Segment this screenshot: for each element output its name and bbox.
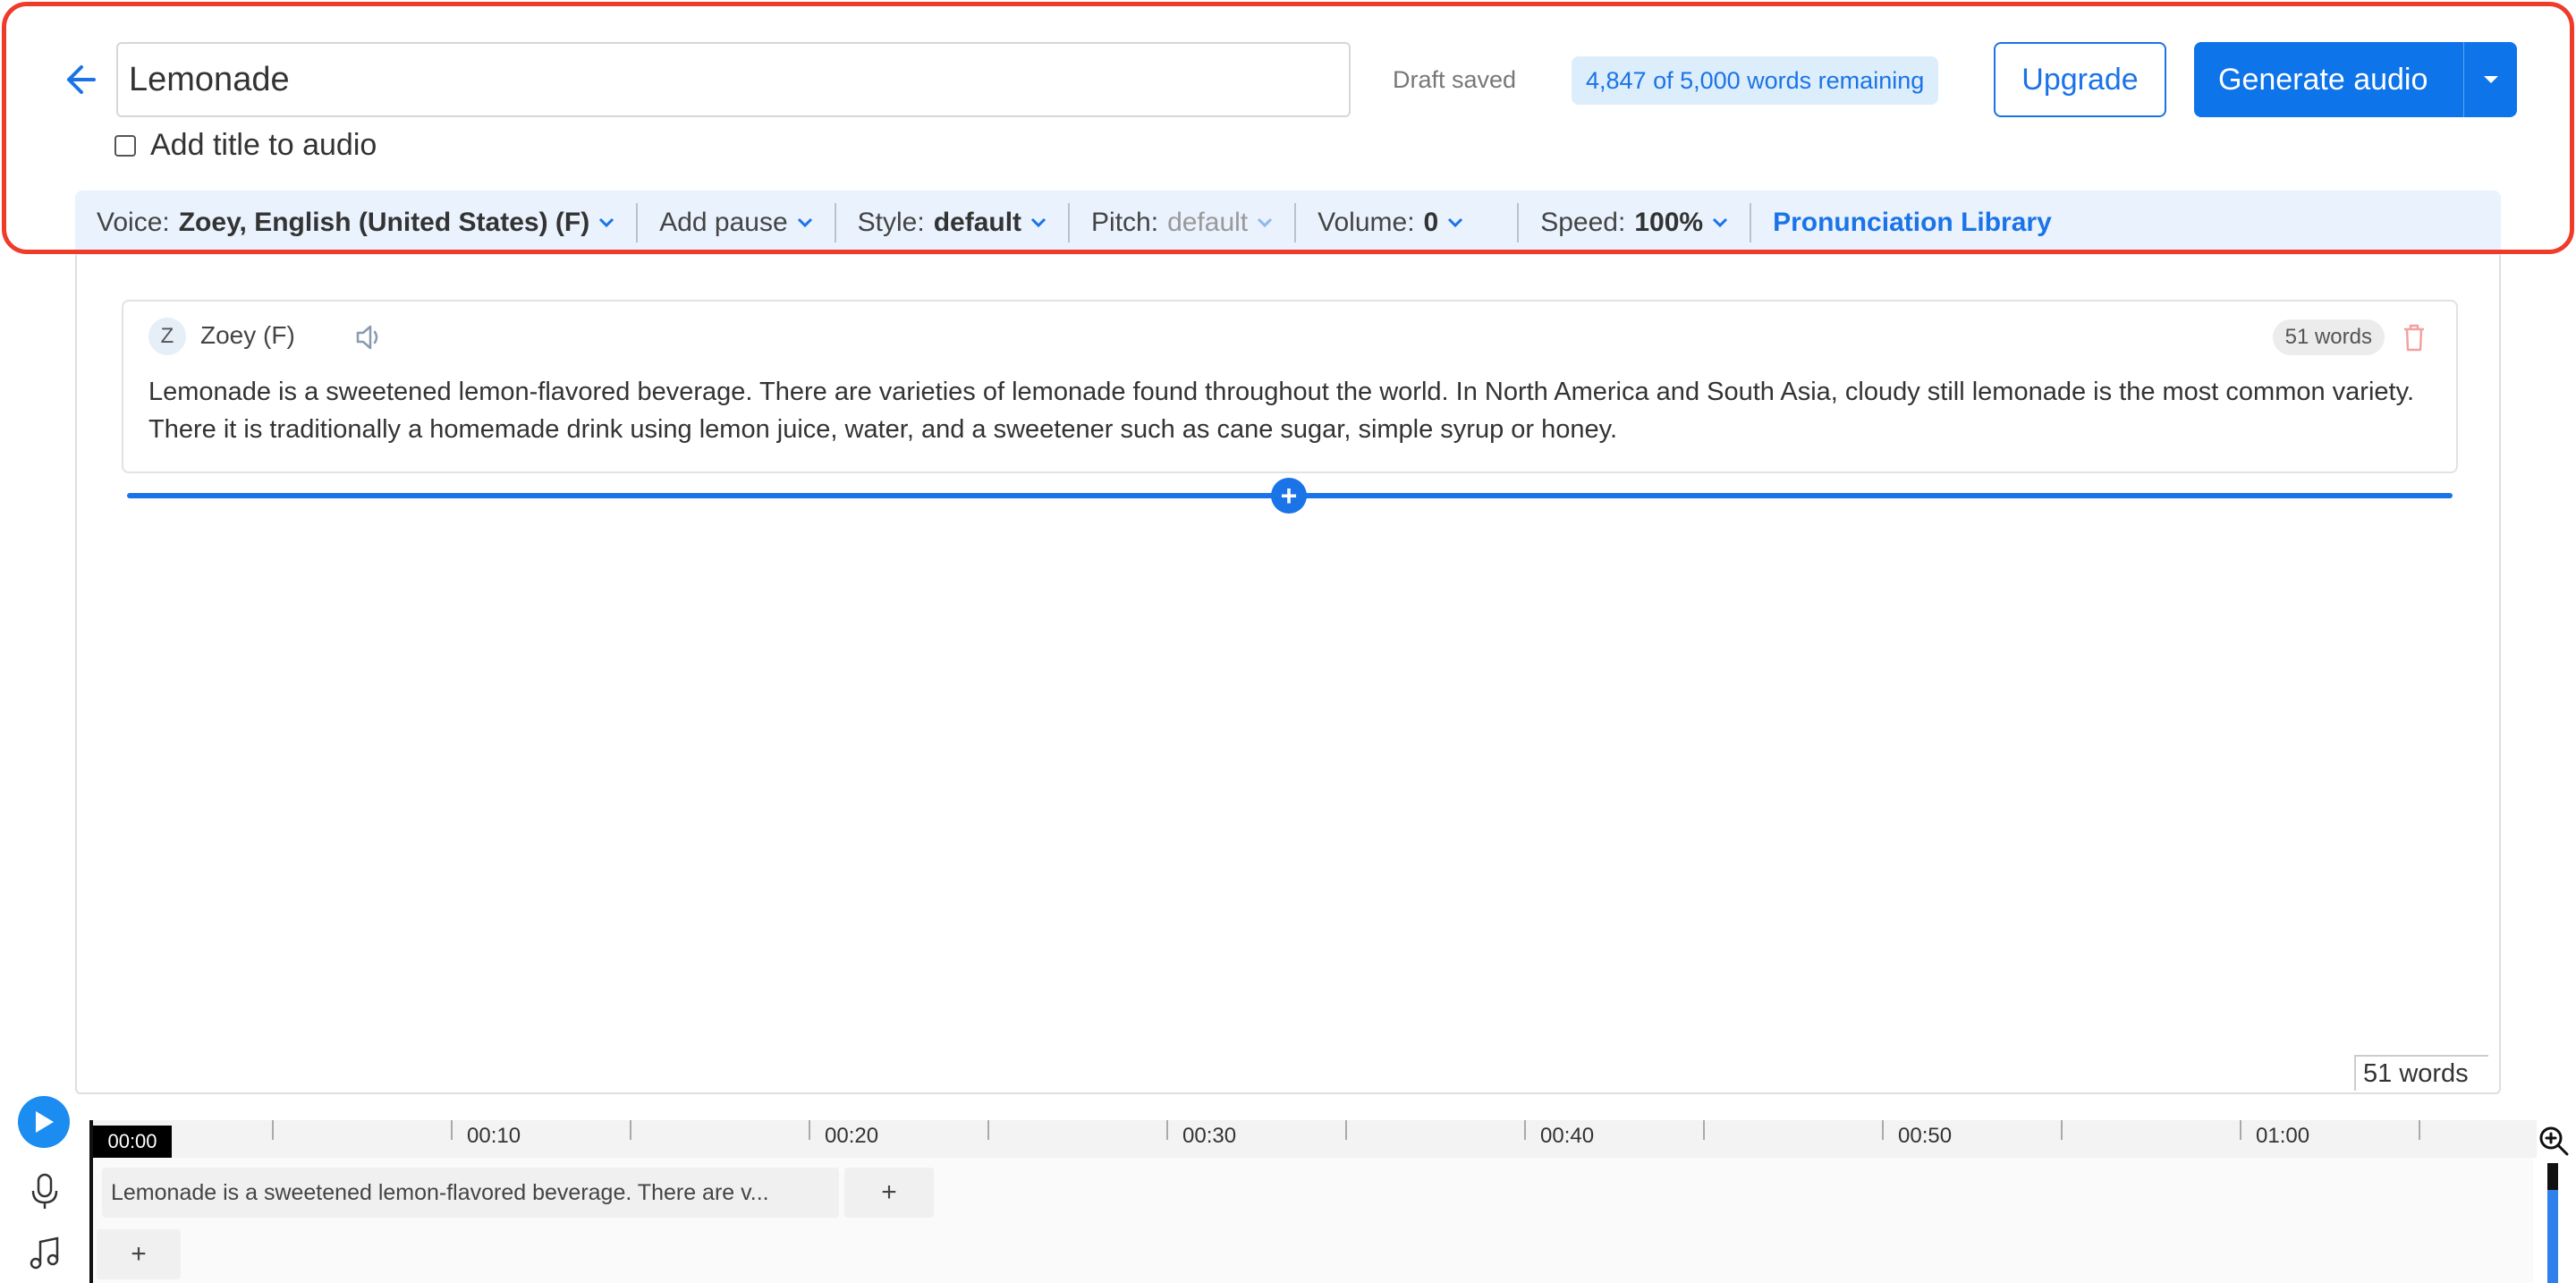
tick bbox=[987, 1120, 989, 1140]
music-note-icon[interactable] bbox=[27, 1235, 63, 1274]
tick bbox=[1345, 1120, 1347, 1140]
tick bbox=[2061, 1120, 2063, 1140]
block-word-count: 51 words bbox=[2272, 319, 2385, 355]
time-label: 00:10 bbox=[467, 1124, 521, 1148]
add-track-button[interactable]: + bbox=[97, 1229, 181, 1279]
style-value: default bbox=[933, 208, 1022, 237]
tick bbox=[451, 1120, 453, 1140]
title-input[interactable] bbox=[116, 42, 1351, 117]
pitch-label: Pitch: bbox=[1091, 208, 1159, 237]
voice-value: Zoey, English (United States) (F) bbox=[178, 208, 590, 237]
time-label: 00:20 bbox=[825, 1124, 879, 1148]
time-label: 00:40 bbox=[1540, 1124, 1595, 1148]
pitch-value: default bbox=[1167, 208, 1249, 237]
microphone-icon[interactable] bbox=[27, 1172, 63, 1211]
time-label: 01:00 bbox=[2256, 1124, 2310, 1148]
add-title-checkbox[interactable] bbox=[114, 134, 136, 157]
style-label: Style: bbox=[857, 208, 925, 237]
chevron-down-icon bbox=[1713, 217, 1728, 228]
trash-icon[interactable] bbox=[2399, 321, 2429, 353]
tick bbox=[1524, 1120, 1526, 1140]
add-title-checkbox-row[interactable]: Add title to audio bbox=[114, 128, 377, 163]
audio-clip[interactable]: Lemonade is a sweetened lemon-flavored b… bbox=[102, 1168, 839, 1218]
voice-toolbar: Voice: Zoey, English (United States) (F)… bbox=[75, 191, 2501, 255]
chevron-down-icon bbox=[599, 217, 614, 228]
back-arrow-icon[interactable] bbox=[59, 59, 100, 100]
tick bbox=[809, 1120, 810, 1140]
generate-audio-button[interactable]: Generate audio bbox=[2194, 42, 2517, 117]
chevron-down-icon bbox=[1448, 217, 1463, 228]
time-label: 00:30 bbox=[1182, 1124, 1237, 1148]
timeline-scrollbar[interactable] bbox=[2547, 1163, 2558, 1283]
generate-options-dropdown[interactable] bbox=[2463, 42, 2517, 117]
total-word-count: 51 words bbox=[2354, 1055, 2488, 1091]
time-label: 00:50 bbox=[1898, 1124, 1953, 1148]
upgrade-button[interactable]: Upgrade bbox=[1994, 42, 2166, 117]
speed-selector[interactable]: Speed: 100% bbox=[1519, 203, 1752, 242]
tick bbox=[1166, 1120, 1168, 1140]
pronunciation-library-link[interactable]: Pronunciation Library bbox=[1751, 203, 2073, 242]
tick bbox=[1703, 1120, 1705, 1140]
editor-area: Z Zoey (F) 51 words Lemonade is a sweete… bbox=[75, 255, 2501, 1094]
zoom-in-icon[interactable] bbox=[2537, 1124, 2571, 1158]
caret-down-icon bbox=[2483, 76, 2498, 83]
add-pause-label: Add pause bbox=[659, 208, 788, 237]
add-pause-selector[interactable]: Add pause bbox=[638, 203, 836, 242]
tick bbox=[630, 1120, 631, 1140]
chevron-down-icon bbox=[1258, 217, 1273, 228]
block-voice-name[interactable]: Zoey (F) bbox=[200, 321, 295, 350]
chevron-down-icon bbox=[797, 217, 812, 228]
avatar: Z bbox=[148, 318, 186, 355]
speed-value: 100% bbox=[1634, 208, 1704, 237]
volume-selector[interactable]: Volume: 0 bbox=[1296, 203, 1520, 242]
tick bbox=[2240, 1120, 2241, 1140]
volume-label: Volume: bbox=[1318, 208, 1415, 237]
words-remaining-badge: 4,847 of 5,000 words remaining bbox=[1572, 56, 1939, 105]
chevron-down-icon bbox=[1030, 217, 1046, 228]
pronunciation-library-label: Pronunciation Library bbox=[1773, 208, 2052, 237]
play-icon[interactable] bbox=[18, 1096, 70, 1148]
plus-icon[interactable]: + bbox=[1271, 478, 1307, 514]
style-selector[interactable]: Style: default bbox=[836, 203, 1071, 242]
add-title-label: Add title to audio bbox=[150, 128, 377, 162]
volume-value: 0 bbox=[1423, 208, 1439, 237]
scrollbar-thumb[interactable] bbox=[2547, 1163, 2558, 1283]
current-time: 00:00 bbox=[93, 1126, 172, 1158]
tick bbox=[2419, 1120, 2420, 1140]
pitch-selector[interactable]: Pitch: default bbox=[1070, 203, 1297, 242]
draft-status: Draft saved bbox=[1393, 66, 1517, 93]
generate-audio-label: Generate audio bbox=[2218, 62, 2428, 97]
speed-label: Speed: bbox=[1540, 208, 1626, 237]
tick bbox=[1882, 1120, 1884, 1140]
timeline[interactable]: 00:00 00:10 00:20 00:30 00:40 00:50 01:0… bbox=[89, 1120, 2537, 1283]
text-block[interactable]: Z Zoey (F) 51 words Lemonade is a sweete… bbox=[122, 300, 2458, 473]
add-clip-button[interactable]: + bbox=[844, 1168, 934, 1218]
time-ruler[interactable]: 00:00 00:10 00:20 00:30 00:40 00:50 01:0… bbox=[93, 1120, 2537, 1158]
speaker-icon[interactable] bbox=[351, 319, 386, 355]
tick bbox=[272, 1120, 274, 1140]
block-text[interactable]: Lemonade is a sweetened lemon-flavored b… bbox=[148, 373, 2438, 448]
voice-label: Voice: bbox=[97, 208, 170, 237]
voice-selector[interactable]: Voice: Zoey, English (United States) (F) bbox=[75, 203, 639, 242]
